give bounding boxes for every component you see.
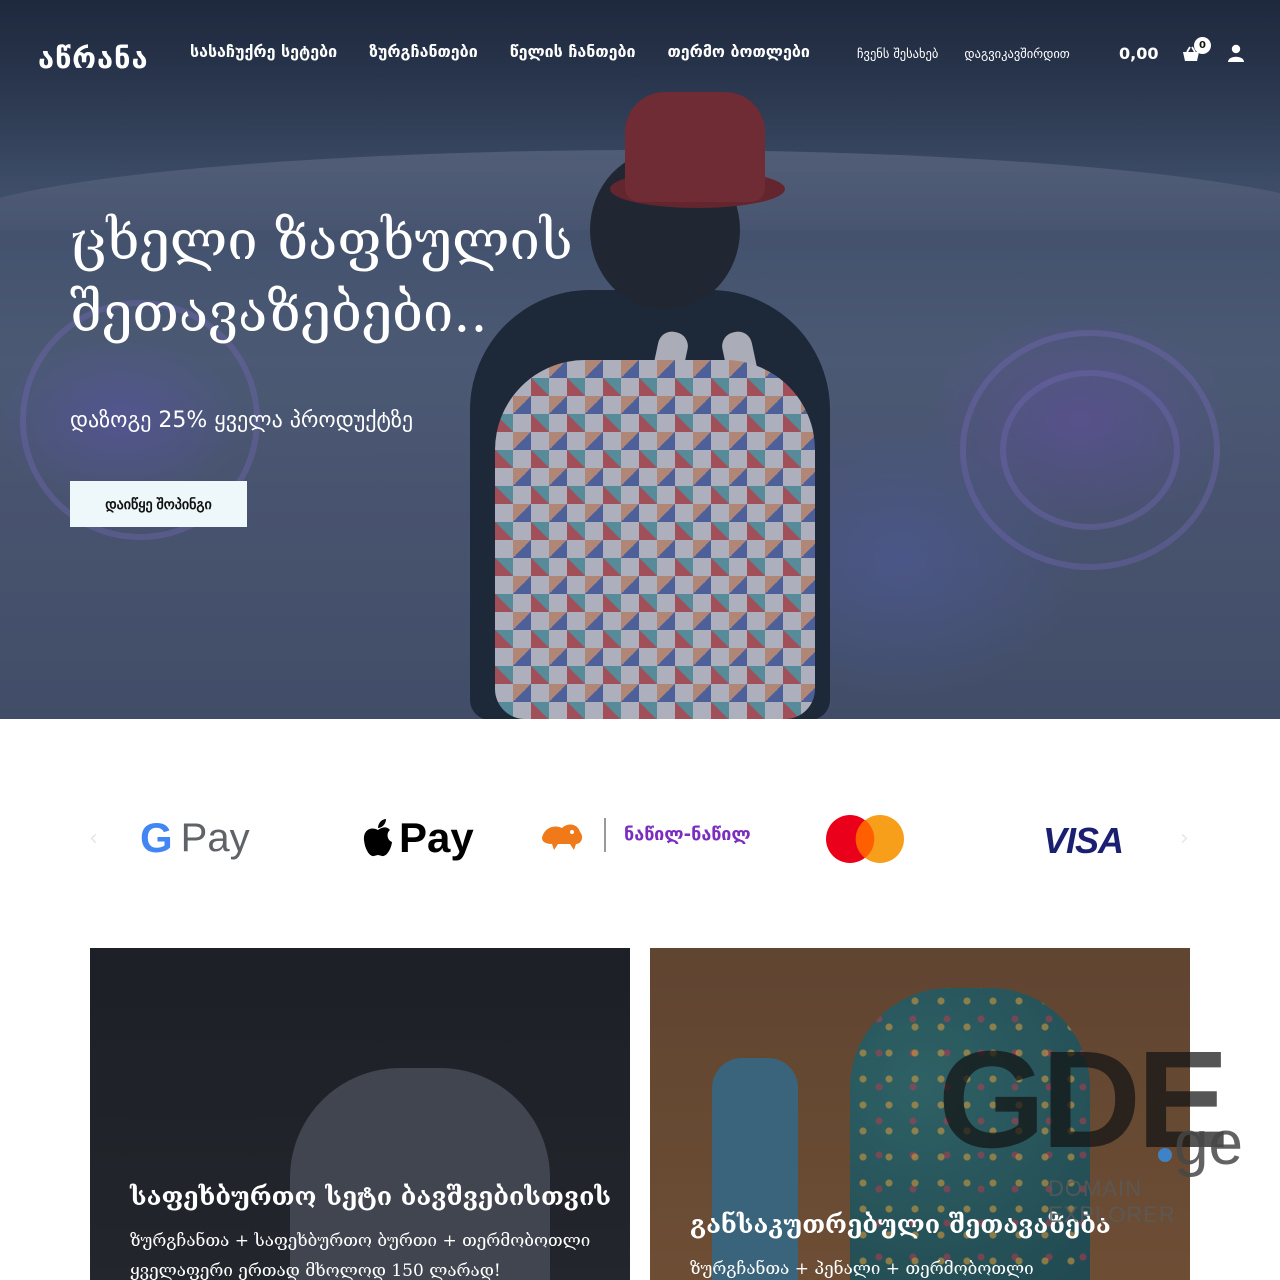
bog-installment-logo: ნაწილ-ნაწილ [538, 818, 751, 852]
promo-card-line: ზურგჩანთა + პენალი + თერმობოთლი [690, 1259, 1034, 1279]
logo-text: აწრანა [38, 41, 149, 75]
promo-card-special-offer[interactable]: განსაკუთრებული შეთავაზება ზურგჩანთა + პე… [650, 948, 1190, 1280]
promo-card-title: განსაკუთრებული შეთავაზება [690, 1210, 1111, 1239]
hero-subtitle: დაზოგე 25% ყველა პროდუქტზე [70, 408, 414, 433]
hero-overlay [0, 0, 1280, 719]
nav-contact[interactable]: დაგვიკავშირდით [964, 46, 1069, 61]
google-g-icon: G [140, 814, 173, 861]
hero-title: ცხელი ზაფხულის შეთავაზებები.. [70, 209, 573, 344]
apple-icon [363, 819, 392, 857]
google-pay-text: Pay [180, 815, 250, 860]
apple-pay-logo: Pay [361, 814, 474, 862]
main-navigation: სასაჩუქრე სეტები ზურგჩანთები წელის ჩანთე… [190, 42, 810, 61]
visa-logo: VISA [1043, 820, 1124, 862]
promo-card-description: ზურგჩანთა + საფეხბურთო ბურთი + თერმობოთლ… [130, 1226, 590, 1280]
promo-card-line: ზურგჩანთა + საფეხბურთო ბურთი + თერმობოთლ… [130, 1231, 591, 1251]
visa-text: VISA [1043, 820, 1124, 861]
promo-card-football-set[interactable]: საფეხბურთო სეტი ბავშვებისთვის ზურგჩანთა … [90, 948, 630, 1280]
cart-total[interactable]: 0,00 [1119, 44, 1158, 63]
nav-about-us[interactable]: ჩვენს შესახებ [857, 46, 938, 61]
bog-lion-icon [542, 824, 583, 850]
nav-thermo-bottles[interactable]: თერმო ბოთლები [668, 42, 810, 61]
promo-card-description: ზურგჩანთა + პენალი + თერმობოთლი [690, 1254, 1034, 1280]
apple-pay-text: Pay [399, 814, 474, 861]
logo-separator [604, 818, 606, 852]
nav-backpacks[interactable]: ზურგჩანთები [369, 42, 478, 61]
google-pay-logo: G Pay [140, 814, 250, 862]
promo-card-line: ყველაფერი ერთად მხოლოდ 150 ლარად! [130, 1261, 501, 1280]
carousel-next-arrow-icon[interactable]: › [1180, 826, 1189, 851]
cart-count-badge: 0 [1194, 37, 1211, 54]
nav-waist-bags[interactable]: წელის ჩანთები [510, 42, 636, 61]
start-shopping-button[interactable]: დაიწყე შოპინგი [70, 481, 247, 527]
hero-banner: აწრანა სასაჩუქრე სეტები ზურგჩანთები წელი… [0, 0, 1280, 719]
carousel-prev-arrow-icon[interactable]: ‹ [89, 826, 98, 851]
mastercard-logo [826, 815, 904, 863]
bog-installment-text: ნაწილ-ნაწილ [624, 824, 751, 845]
promo-card-title: საფეხბურთო სეტი ბავშვებისთვის [130, 1182, 612, 1211]
nav-gift-sets[interactable]: სასაჩუქრე სეტები [190, 42, 337, 61]
secondary-navigation: ჩვენს შესახებ დაგვიკავშირდით [857, 46, 1070, 61]
site-logo[interactable]: აწრანა [38, 40, 149, 76]
user-account-icon[interactable] [1226, 43, 1246, 63]
